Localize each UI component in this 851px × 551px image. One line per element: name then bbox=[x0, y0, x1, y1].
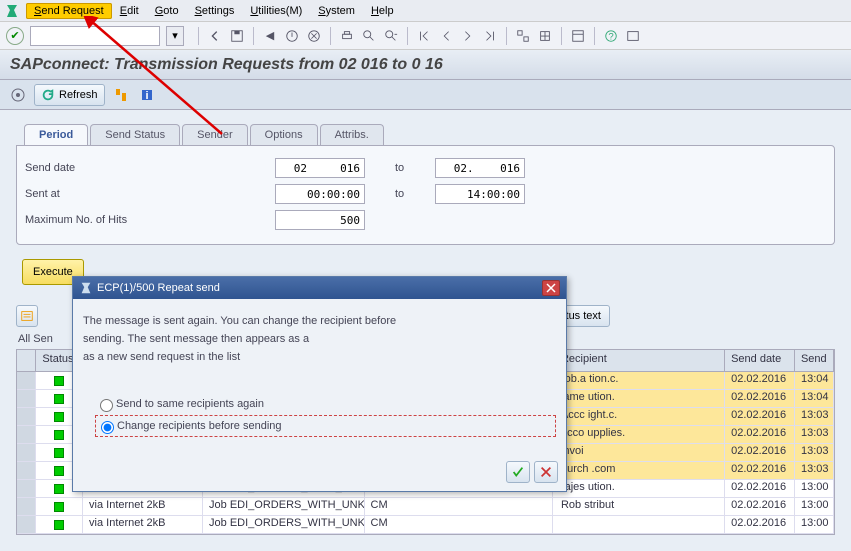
refresh-button[interactable]: Refresh bbox=[34, 84, 105, 106]
tool1-icon[interactable] bbox=[513, 26, 533, 46]
exec-icon[interactable] bbox=[8, 85, 28, 105]
status-indicator bbox=[54, 466, 64, 476]
menu-utilities-m-[interactable]: Utilities(M) bbox=[242, 3, 310, 19]
menu-help[interactable]: Help bbox=[363, 3, 402, 19]
save-icon[interactable] bbox=[227, 26, 247, 46]
col-send-time[interactable]: Send bbox=[795, 350, 834, 371]
info-icon[interactable]: i bbox=[137, 85, 157, 105]
status-indicator bbox=[54, 520, 64, 530]
radio-change-recipients[interactable]: Change recipients before sending bbox=[95, 415, 556, 437]
next-page-icon[interactable] bbox=[458, 26, 478, 46]
ok-icon[interactable]: ✔ bbox=[6, 27, 24, 45]
radio-change-label: Change recipients before sending bbox=[117, 420, 282, 432]
menu-send-request[interactable]: Send Request bbox=[26, 3, 112, 19]
col-recipient[interactable]: Recipient bbox=[553, 350, 725, 371]
exit-icon[interactable] bbox=[282, 26, 302, 46]
dialog-body: The message is sent again. You can chang… bbox=[73, 299, 566, 457]
max-hits-input[interactable] bbox=[275, 210, 365, 230]
dialog-footer bbox=[73, 457, 566, 491]
page-title-bar: SAPconnect: Transmission Requests from 0… bbox=[0, 50, 851, 80]
col-send-date[interactable]: Send date bbox=[725, 350, 795, 371]
tab-period[interactable]: Period bbox=[24, 124, 88, 145]
to-label-2: to bbox=[365, 188, 435, 200]
status-indicator bbox=[54, 412, 64, 422]
menu-settings[interactable]: Settings bbox=[187, 3, 243, 19]
repeat-send-dialog: ECP(1)/500 Repeat send The message is se… bbox=[72, 276, 567, 492]
status-indicator bbox=[54, 502, 64, 512]
back2-icon[interactable]: ◀ bbox=[260, 26, 280, 46]
layout-icon[interactable] bbox=[568, 26, 588, 46]
customize-icon[interactable] bbox=[623, 26, 643, 46]
filter-icon[interactable] bbox=[111, 85, 131, 105]
tab-sender[interactable]: Sender bbox=[182, 124, 247, 145]
menu-goto[interactable]: Goto bbox=[147, 3, 187, 19]
radio-same-label: Send to same recipients again bbox=[116, 398, 264, 410]
table-row[interactable]: via Internet 2kBJob EDI_ORDERS_WITH_UNKN… bbox=[17, 498, 834, 516]
radio-same-input[interactable] bbox=[100, 399, 113, 412]
radio-same-recipients[interactable]: Send to same recipients again bbox=[95, 393, 556, 415]
application-toolbar: Refresh i bbox=[0, 80, 851, 110]
page-title: SAPconnect: Transmission Requests from 0… bbox=[10, 56, 443, 74]
find-icon[interactable] bbox=[359, 26, 379, 46]
dialog-title: ECP(1)/500 Repeat send bbox=[97, 282, 220, 294]
prev-page-icon[interactable] bbox=[436, 26, 456, 46]
app-icon bbox=[4, 3, 20, 19]
tab-strip: PeriodSend StatusSenderOptionsAttribs. bbox=[24, 124, 843, 145]
refresh-label: Refresh bbox=[59, 89, 98, 101]
max-hits-label: Maximum No. of Hits bbox=[25, 214, 275, 226]
col-select[interactable] bbox=[17, 350, 36, 371]
to-label-1: to bbox=[365, 162, 435, 174]
menu-system[interactable]: System bbox=[310, 3, 363, 19]
menu-edit[interactable]: Edit bbox=[112, 3, 147, 19]
cancel-icon[interactable] bbox=[304, 26, 324, 46]
radio-change-input[interactable] bbox=[101, 421, 114, 434]
filter-panel: Send date to Sent at to Maximum No. of H… bbox=[16, 145, 835, 245]
send-date-from[interactable] bbox=[275, 158, 365, 178]
dialog-text-1: The message is sent again. You can chang… bbox=[83, 313, 556, 329]
dialog-text-3: as a new send request in the list bbox=[83, 349, 556, 365]
status-indicator bbox=[54, 448, 64, 458]
close-button[interactable] bbox=[542, 280, 560, 296]
last-page-icon[interactable] bbox=[480, 26, 500, 46]
svg-text:?: ? bbox=[608, 31, 613, 42]
find-next-icon[interactable] bbox=[381, 26, 401, 46]
execute-label: Execute bbox=[33, 266, 73, 278]
table-row[interactable]: via Internet 2kBJob EDI_ORDERS_WITH_UNKN… bbox=[17, 516, 834, 534]
first-page-icon[interactable] bbox=[414, 26, 434, 46]
tab-options[interactable]: Options bbox=[250, 124, 318, 145]
back-icon[interactable] bbox=[205, 26, 225, 46]
sent-at-to[interactable] bbox=[435, 184, 525, 204]
command-field[interactable] bbox=[30, 26, 160, 46]
tool2-icon[interactable] bbox=[535, 26, 555, 46]
status-indicator bbox=[54, 376, 64, 386]
menu-bar: Send RequestEditGotoSettingsUtilities(M)… bbox=[0, 0, 851, 22]
dialog-title-bar[interactable]: ECP(1)/500 Repeat send bbox=[73, 277, 566, 299]
cancel-button[interactable] bbox=[534, 461, 558, 483]
status-indicator bbox=[54, 430, 64, 440]
send-date-label: Send date bbox=[25, 162, 275, 174]
main-toolbar: ✔ ▾ ◀ ? bbox=[0, 22, 851, 50]
command-dropdown[interactable]: ▾ bbox=[166, 26, 184, 46]
send-date-to[interactable] bbox=[435, 158, 525, 178]
help-icon[interactable]: ? bbox=[601, 26, 621, 46]
svg-text:i: i bbox=[145, 90, 148, 102]
ok-button[interactable] bbox=[506, 461, 530, 483]
sent-at-label: Sent at bbox=[25, 188, 275, 200]
print-icon[interactable] bbox=[337, 26, 357, 46]
status-indicator bbox=[54, 394, 64, 404]
status-indicator bbox=[54, 484, 64, 494]
tab-attribs-[interactable]: Attribs. bbox=[320, 124, 384, 145]
dialog-text-2: sending. The sent message then appears a… bbox=[83, 331, 556, 347]
details-button[interactable] bbox=[16, 305, 38, 327]
sent-at-from[interactable] bbox=[275, 184, 365, 204]
tab-send-status[interactable]: Send Status bbox=[90, 124, 180, 145]
